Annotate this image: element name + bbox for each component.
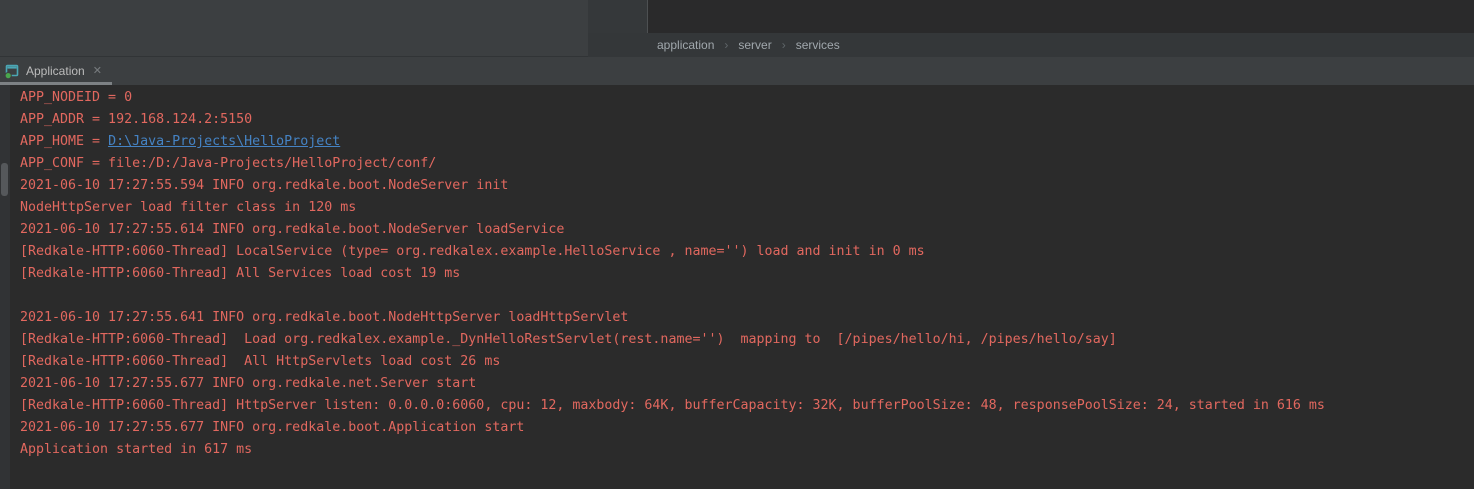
log-text: 2021-06-10 17:27:55.594 INFO org.redkale…	[20, 178, 508, 193]
log-text: [Redkale-HTTP:6060-Thread] Load org.redk…	[20, 332, 1117, 347]
chevron-right-icon: ›	[772, 38, 796, 52]
log-text: [Redkale-HTTP:6060-Thread] HttpServer li…	[20, 398, 1325, 413]
console-line: [Redkale-HTTP:6060-Thread] Load org.redk…	[20, 329, 1474, 351]
log-text: 2021-06-10 17:27:55.677 INFO org.redkale…	[20, 376, 476, 391]
log-text: APP_ADDR = 192.168.124.2:5150	[20, 112, 252, 127]
console-panel: APP_NODEID = 0 APP_ADDR = 192.168.124.2:5…	[0, 85, 1474, 489]
console-line: 2021-06-10 17:27:55.594 INFO org.redkale…	[20, 175, 1474, 197]
log-text: APP_NODEID = 0	[20, 90, 132, 105]
console-line: NodeHttpServer load filter class in 120 …	[20, 197, 1474, 219]
editor-empty-panel	[0, 0, 588, 57]
log-text: [Redkale-HTTP:6060-Thread] All HttpServl…	[20, 354, 500, 369]
editor-area: application›server›services	[588, 0, 1474, 57]
console-left-gutter	[0, 85, 10, 489]
breadcrumb-item-services[interactable]: services	[796, 38, 840, 52]
breadcrumb-item-server[interactable]: server	[738, 38, 771, 52]
console-line: 2021-06-10 17:27:55.614 INFO org.redkale…	[20, 219, 1474, 241]
log-text: Application started in 617 ms	[20, 442, 252, 457]
console-line: APP_HOME = D:\Java-Projects\HelloProject	[20, 131, 1474, 153]
log-text: APP_HOME =	[20, 134, 108, 149]
console-line: [Redkale-HTTP:6060-Thread] LocalService …	[20, 241, 1474, 263]
console-output[interactable]: APP_NODEID = 0 APP_ADDR = 192.168.124.2:5…	[10, 85, 1474, 489]
console-line: [Redkale-HTTP:6060-Thread] HttpServer li…	[20, 395, 1474, 417]
file-link[interactable]: D:\Java-Projects\HelloProject	[108, 134, 340, 149]
log-text: [Redkale-HTTP:6060-Thread] All Services …	[20, 266, 460, 281]
close-icon[interactable]: ✕	[93, 66, 102, 77]
log-text: NodeHttpServer load filter class in 120 …	[20, 200, 356, 215]
log-text: APP_CONF = file:/D:/Java-Projects/HelloP…	[20, 156, 436, 171]
console-line: APP_ADDR = 192.168.124.2:5150	[20, 109, 1474, 131]
console-line: 2021-06-10 17:27:55.677 INFO org.redkale…	[20, 373, 1474, 395]
console-line: APP_CONF = file:/D:/Java-Projects/HelloP…	[20, 153, 1474, 175]
log-text: 2021-06-10 17:27:55.614 INFO org.redkale…	[20, 222, 564, 237]
ide-window: application›server›services Application …	[0, 0, 1474, 489]
run-console-icon	[4, 63, 20, 79]
console-line: 2021-06-10 17:27:55.641 INFO org.redkale…	[20, 307, 1474, 329]
console-line: [Redkale-HTTP:6060-Thread] All Services …	[20, 263, 1474, 285]
console-line: APP_NODEID = 0	[20, 87, 1474, 109]
editor-void	[648, 0, 1474, 33]
tab-label: Application	[26, 64, 85, 78]
scrollbar-thumb[interactable]	[1, 163, 8, 196]
breadcrumb-item-application[interactable]: application	[657, 38, 714, 52]
log-text: 2021-06-10 17:27:55.677 INFO org.redkale…	[20, 420, 524, 435]
toolbar-stub-panel	[588, 0, 647, 33]
tool-window-tab-bar: Application ✕	[0, 57, 1474, 85]
console-line: Application started in 617 ms	[20, 439, 1474, 461]
log-text: [Redkale-HTTP:6060-Thread] LocalService …	[20, 244, 925, 259]
editor-top-row: application›server›services	[0, 0, 1474, 57]
log-text: 2021-06-10 17:27:55.641 INFO org.redkale…	[20, 310, 628, 325]
console-line: [Redkale-HTTP:6060-Thread] All HttpServl…	[20, 351, 1474, 373]
tab-application[interactable]: Application ✕	[0, 57, 112, 85]
console-line: 2021-06-10 17:27:55.677 INFO org.redkale…	[20, 417, 1474, 439]
breadcrumb: application›server›services	[588, 33, 1474, 57]
console-line	[20, 285, 1474, 307]
chevron-right-icon: ›	[714, 38, 738, 52]
editor-upper-strip	[588, 0, 1474, 33]
